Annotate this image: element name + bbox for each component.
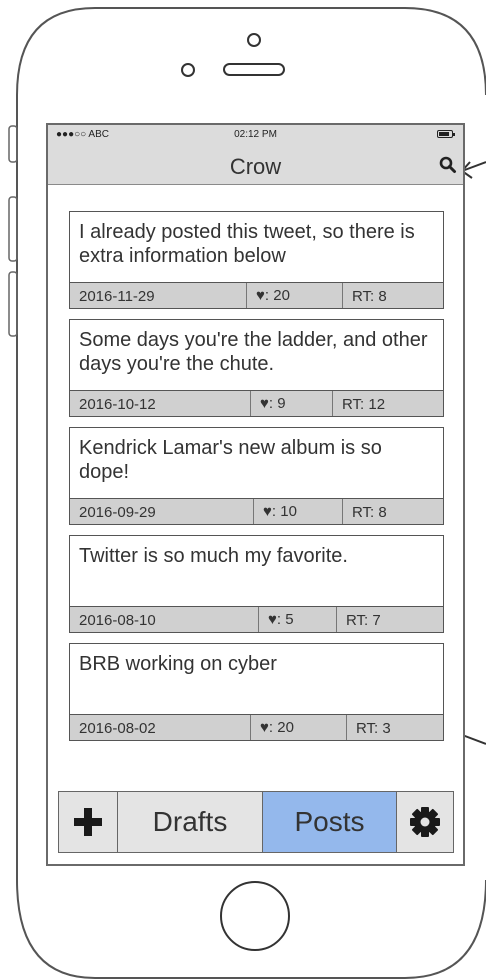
post-date: 2016-08-10 <box>79 612 156 629</box>
annotation-arrow-search <box>460 161 486 179</box>
divider <box>346 715 347 740</box>
post-meta: 2016-08-02 ♥: 20 RT: 3 <box>69 715 444 741</box>
tab-posts-label: Posts <box>294 806 365 837</box>
post-retweets: RT: 8 <box>352 288 387 305</box>
divider <box>336 607 337 632</box>
post-likes: ♥: 10 <box>263 503 297 520</box>
side-button-volume-down <box>8 271 18 337</box>
divider <box>253 499 254 524</box>
page-title: Crow <box>229 154 282 179</box>
side-button-volume-up <box>8 196 18 262</box>
status-bar: ●●●○○ ABC 02:12 PM <box>48 125 463 145</box>
divider <box>246 283 247 308</box>
plus-icon <box>74 808 102 836</box>
new-post-button[interactable] <box>59 792 118 852</box>
post-likes: ♥: 9 <box>260 395 286 412</box>
divider <box>342 499 343 524</box>
post-date: 2016-10-12 <box>79 396 156 413</box>
post-text: Twitter is so much my favorite. <box>69 535 444 607</box>
post-likes: ♥: 20 <box>260 719 294 736</box>
front-camera <box>247 33 261 47</box>
divider <box>250 715 251 740</box>
divider <box>332 391 333 416</box>
post-meta: 2016-11-29 ♥: 20 RT: 8 <box>69 283 444 309</box>
post-text: BRB working on cyber <box>69 643 444 715</box>
post-retweets: RT: 7 <box>346 612 381 629</box>
search-button[interactable] <box>438 155 458 175</box>
post-date: 2016-11-29 <box>79 288 155 305</box>
divider <box>250 391 251 416</box>
gear-icon <box>410 807 440 837</box>
post-text: Some days you're the ladder, and other d… <box>69 319 444 391</box>
post-retweets: RT: 12 <box>342 396 386 413</box>
tab-bar: Drafts Posts <box>58 791 454 853</box>
tab-drafts-label: Drafts <box>152 806 228 837</box>
post-retweets: RT: 8 <box>352 504 387 521</box>
battery-icon <box>437 130 455 138</box>
post-card[interactable]: Some days you're the ladder, and other d… <box>69 319 444 417</box>
post-card[interactable]: I already posted this tweet, so there is… <box>69 211 444 309</box>
post-meta: 2016-09-29 ♥: 10 RT: 8 <box>69 499 444 525</box>
post-date: 2016-08-02 <box>79 720 156 737</box>
divider <box>258 607 259 632</box>
post-text: I already posted this tweet, so there is… <box>69 211 444 283</box>
earpiece-speaker <box>223 63 285 76</box>
post-card[interactable]: Twitter is so much my favorite. 2016-08-… <box>69 535 444 633</box>
post-likes: ♥: 20 <box>256 287 290 304</box>
side-button-top <box>8 125 18 163</box>
tab-drafts[interactable]: Drafts <box>118 792 263 852</box>
app-screen: ●●●○○ ABC 02:12 PM Crow I already posted… <box>46 123 465 866</box>
nav-bar: Crow <box>48 145 463 185</box>
proximity-sensor <box>181 63 195 77</box>
home-button[interactable] <box>220 881 290 951</box>
status-time: 02:12 PM <box>234 129 277 140</box>
post-meta: 2016-08-10 ♥: 5 RT: 7 <box>69 607 444 633</box>
post-likes: ♥: 5 <box>268 611 294 628</box>
post-card[interactable]: BRB working on cyber 2016-08-02 ♥: 20 RT… <box>69 643 444 741</box>
divider <box>342 283 343 308</box>
tab-posts[interactable]: Posts <box>263 792 397 852</box>
post-retweets: RT: 3 <box>356 720 391 737</box>
post-card[interactable]: Kendrick Lamar's new album is so dope! 2… <box>69 427 444 525</box>
post-meta: 2016-10-12 ♥: 9 RT: 12 <box>69 391 444 417</box>
settings-button[interactable] <box>397 792 453 852</box>
search-icon <box>439 156 456 173</box>
post-date: 2016-09-29 <box>79 504 156 521</box>
post-text: Kendrick Lamar's new album is so dope! <box>69 427 444 499</box>
